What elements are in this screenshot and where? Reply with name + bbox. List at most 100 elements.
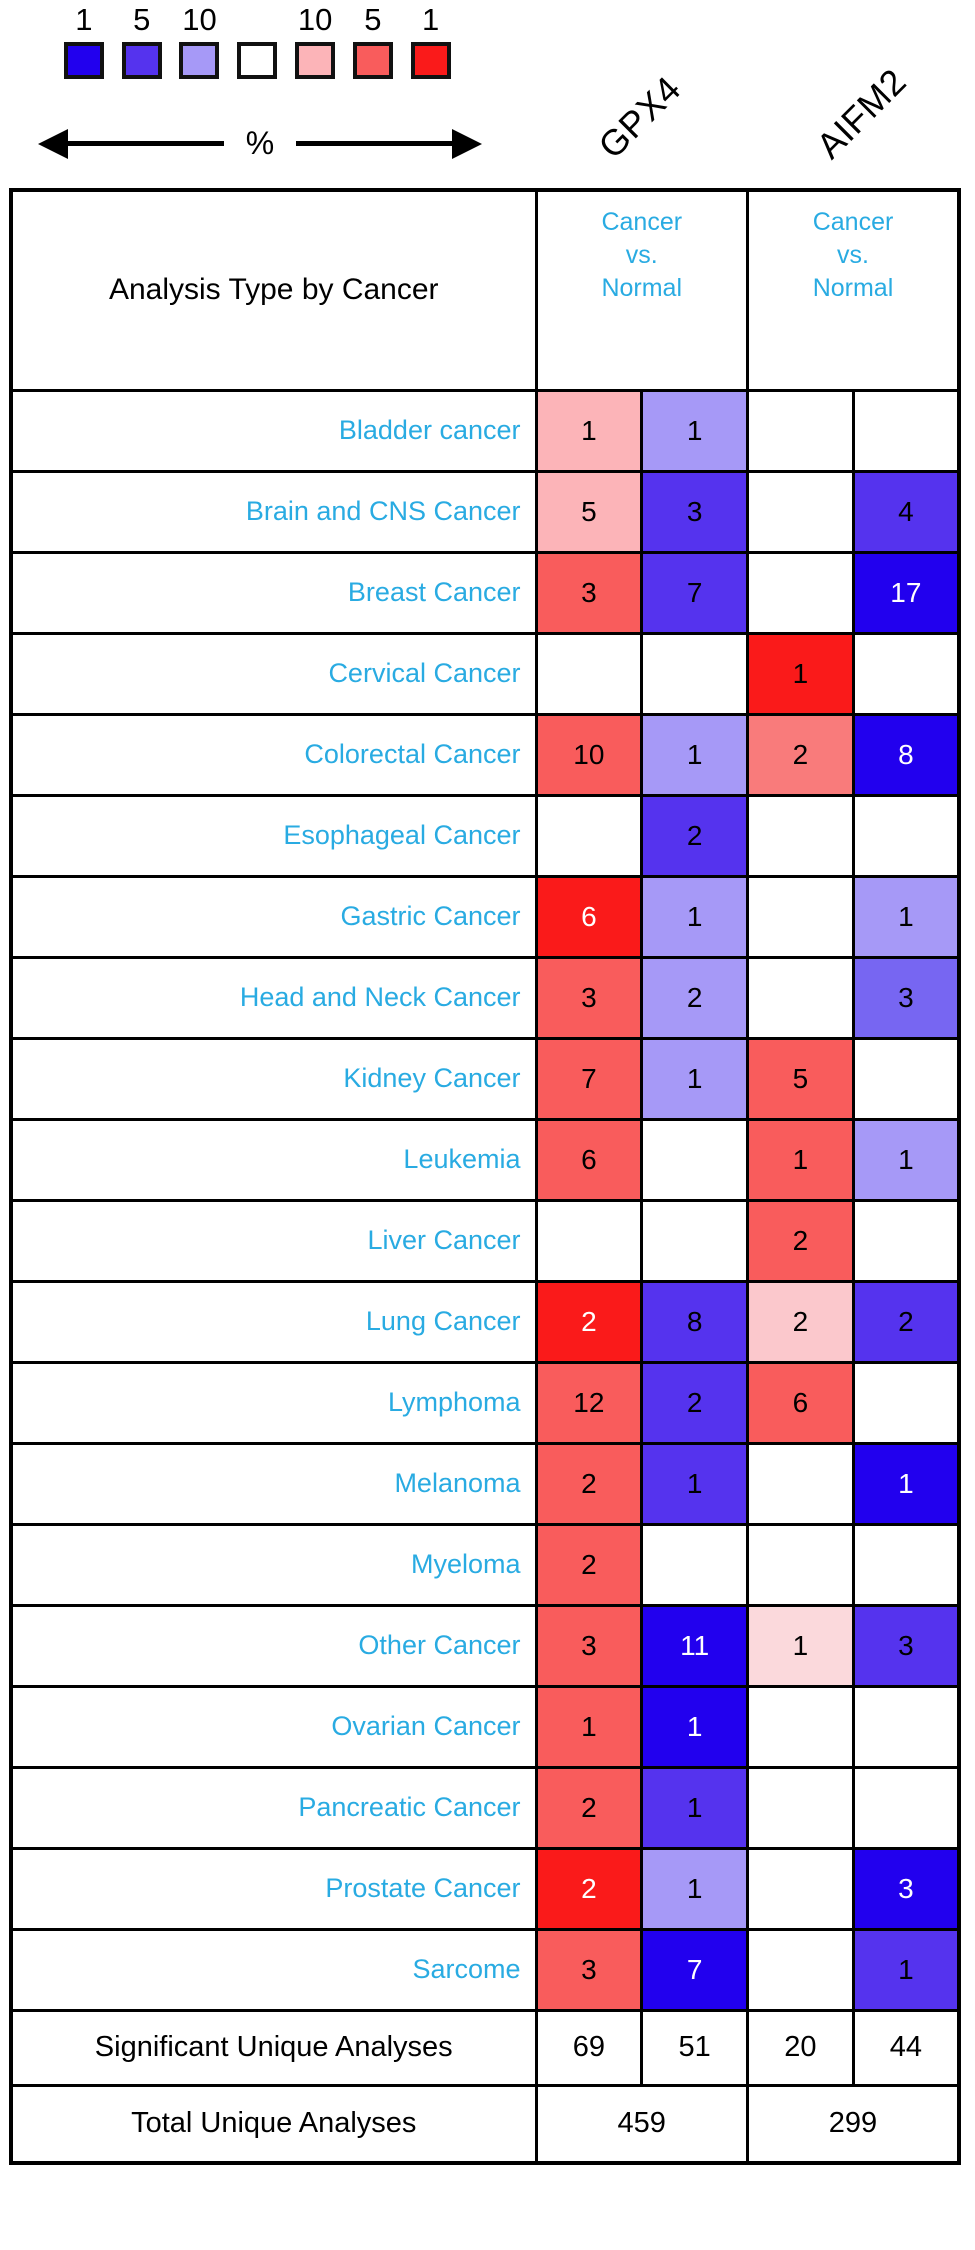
heatmap-cell[interactable]: 1 bbox=[853, 1929, 959, 2010]
heatmap-cell[interactable]: 1 bbox=[748, 1119, 854, 1200]
cancer-type-label[interactable]: Kidney Cancer bbox=[11, 1038, 536, 1119]
cancer-type-label[interactable]: Esophageal Cancer bbox=[11, 795, 536, 876]
total-value-aifm2: 299 bbox=[748, 2085, 960, 2163]
heatmap-cell[interactable]: 2 bbox=[642, 795, 748, 876]
cancer-type-label[interactable]: Bladder cancer bbox=[11, 390, 536, 471]
table-row: Prostate Cancer21 3 bbox=[11, 1848, 959, 1929]
heatmap-cell[interactable]: 3 bbox=[853, 1848, 959, 1929]
table-row: Liver Cancer 2 bbox=[11, 1200, 959, 1281]
significant-value: 51 bbox=[642, 2010, 748, 2085]
heatmap-cell[interactable]: 2 bbox=[536, 1524, 642, 1605]
legend-swatch-cell bbox=[344, 42, 402, 79]
heatmap-cell[interactable]: 1 bbox=[642, 1767, 748, 1848]
cancer-type-label[interactable]: Gastric Cancer bbox=[11, 876, 536, 957]
table-row: Brain and CNS Cancer53 4 bbox=[11, 471, 959, 552]
heatmap-cell-empty bbox=[748, 1767, 854, 1848]
heatmap-cell[interactable]: 2 bbox=[536, 1281, 642, 1362]
heatmap-cell[interactable]: 1 bbox=[642, 714, 748, 795]
heatmap-cell[interactable]: 3 bbox=[536, 1929, 642, 2010]
heatmap-cell-empty bbox=[748, 1686, 854, 1767]
aifm2-cancer-vs-normal-header: Cancer vs. Normal bbox=[748, 190, 960, 390]
legend-swatch bbox=[64, 42, 104, 79]
legend-swatch-cell bbox=[171, 42, 229, 79]
cancer-type-label[interactable]: Cervical Cancer bbox=[11, 633, 536, 714]
heatmap-cell[interactable]: 3 bbox=[536, 957, 642, 1038]
heatmap-cell[interactable]: 12 bbox=[536, 1362, 642, 1443]
cancer-type-label[interactable]: Melanoma bbox=[11, 1443, 536, 1524]
heatmap-cell-empty bbox=[642, 1200, 748, 1281]
heatmap-cell[interactable]: 8 bbox=[642, 1281, 748, 1362]
heatmap-cell[interactable]: 2 bbox=[536, 1848, 642, 1929]
heatmap-cell[interactable]: 2 bbox=[536, 1767, 642, 1848]
heatmap-cell[interactable]: 3 bbox=[853, 1605, 959, 1686]
heatmap-cell-empty bbox=[853, 633, 959, 714]
heatmap-cell[interactable]: 2 bbox=[853, 1281, 959, 1362]
heatmap-cell[interactable]: 17 bbox=[853, 552, 959, 633]
heatmap-cell[interactable]: 1 bbox=[642, 1038, 748, 1119]
heatmap-cell[interactable]: 1 bbox=[642, 1848, 748, 1929]
total-value-gpx4: 459 bbox=[536, 2085, 748, 2163]
heatmap-cell[interactable]: 1 bbox=[748, 633, 854, 714]
cancer-type-label[interactable]: Prostate Cancer bbox=[11, 1848, 536, 1929]
legend-swatch bbox=[353, 42, 393, 79]
table-row: Head and Neck Cancer323 bbox=[11, 957, 959, 1038]
cancer-type-label[interactable]: Liver Cancer bbox=[11, 1200, 536, 1281]
table-row: Ovarian Cancer11 bbox=[11, 1686, 959, 1767]
cancer-type-label[interactable]: Lymphoma bbox=[11, 1362, 536, 1443]
heatmap-cell[interactable]: 1 bbox=[642, 1443, 748, 1524]
cancer-type-label[interactable]: Other Cancer bbox=[11, 1605, 536, 1686]
heatmap-cell[interactable]: 2 bbox=[642, 957, 748, 1038]
heatmap-cell[interactable]: 6 bbox=[536, 1119, 642, 1200]
cancer-type-label[interactable]: Ovarian Cancer bbox=[11, 1686, 536, 1767]
heatmap-cell[interactable]: 10 bbox=[536, 714, 642, 795]
heatmap-cell[interactable]: 3 bbox=[853, 957, 959, 1038]
heatmap-cell[interactable]: 5 bbox=[536, 471, 642, 552]
heatmap-cell[interactable]: 7 bbox=[642, 1929, 748, 2010]
heatmap-cell[interactable]: 1 bbox=[642, 876, 748, 957]
heatmap-cell[interactable]: 6 bbox=[536, 876, 642, 957]
heatmap-cell[interactable]: 3 bbox=[536, 552, 642, 633]
heatmap-cell[interactable]: 1 bbox=[642, 1686, 748, 1767]
cvn-line-3: Normal bbox=[601, 274, 682, 302]
heatmap-cell[interactable]: 1 bbox=[853, 1119, 959, 1200]
heatmap-cell[interactable]: 1 bbox=[853, 876, 959, 957]
table-row: Gastric Cancer611 bbox=[11, 876, 959, 957]
heatmap-cell[interactable]: 1 bbox=[853, 1443, 959, 1524]
cancer-type-label[interactable]: Pancreatic Cancer bbox=[11, 1767, 536, 1848]
cvn-line-1: Cancer bbox=[601, 208, 682, 236]
heatmap-cell[interactable]: 8 bbox=[853, 714, 959, 795]
total-analyses-row: Total Unique Analyses 459 299 bbox=[11, 2085, 959, 2163]
heatmap-cell[interactable]: 1 bbox=[748, 1605, 854, 1686]
table-row: Myeloma2 bbox=[11, 1524, 959, 1605]
cancer-type-label[interactable]: Myeloma bbox=[11, 1524, 536, 1605]
heatmap-cell[interactable]: 2 bbox=[536, 1443, 642, 1524]
heatmap-cell[interactable]: 6 bbox=[748, 1362, 854, 1443]
heatmap-cell[interactable]: 4 bbox=[853, 471, 959, 552]
legend-swatch-cell bbox=[402, 42, 460, 79]
heatmap-cell[interactable]: 1 bbox=[642, 390, 748, 471]
heatmap-cell[interactable]: 5 bbox=[748, 1038, 854, 1119]
heatmap-cell[interactable]: 2 bbox=[748, 1200, 854, 1281]
legend-tick-label: 5 bbox=[113, 2, 171, 38]
legend-label-row: 15101051 bbox=[55, 2, 460, 38]
cancer-type-label[interactable]: Sarcome bbox=[11, 1929, 536, 2010]
right-arrow-icon bbox=[296, 123, 480, 163]
heatmap-cell[interactable]: 3 bbox=[536, 1605, 642, 1686]
cancer-type-label[interactable]: Breast Cancer bbox=[11, 552, 536, 633]
cancer-type-label[interactable]: Head and Neck Cancer bbox=[11, 957, 536, 1038]
heatmap-cell[interactable]: 1 bbox=[536, 1686, 642, 1767]
heatmap-cell[interactable]: 11 bbox=[642, 1605, 748, 1686]
cancer-type-label[interactable]: Lung Cancer bbox=[11, 1281, 536, 1362]
cancer-type-label[interactable]: Brain and CNS Cancer bbox=[11, 471, 536, 552]
heatmap-cell[interactable]: 7 bbox=[642, 552, 748, 633]
total-analyses-label: Total Unique Analyses bbox=[11, 2085, 536, 2163]
cancer-type-label[interactable]: Colorectal Cancer bbox=[11, 714, 536, 795]
heatmap-cell[interactable]: 2 bbox=[642, 1362, 748, 1443]
legend-tick-label bbox=[228, 2, 286, 38]
heatmap-cell[interactable]: 3 bbox=[642, 471, 748, 552]
cancer-type-label[interactable]: Leukemia bbox=[11, 1119, 536, 1200]
heatmap-cell[interactable]: 1 bbox=[536, 390, 642, 471]
heatmap-cell[interactable]: 2 bbox=[748, 714, 854, 795]
heatmap-cell[interactable]: 7 bbox=[536, 1038, 642, 1119]
heatmap-cell[interactable]: 2 bbox=[748, 1281, 854, 1362]
